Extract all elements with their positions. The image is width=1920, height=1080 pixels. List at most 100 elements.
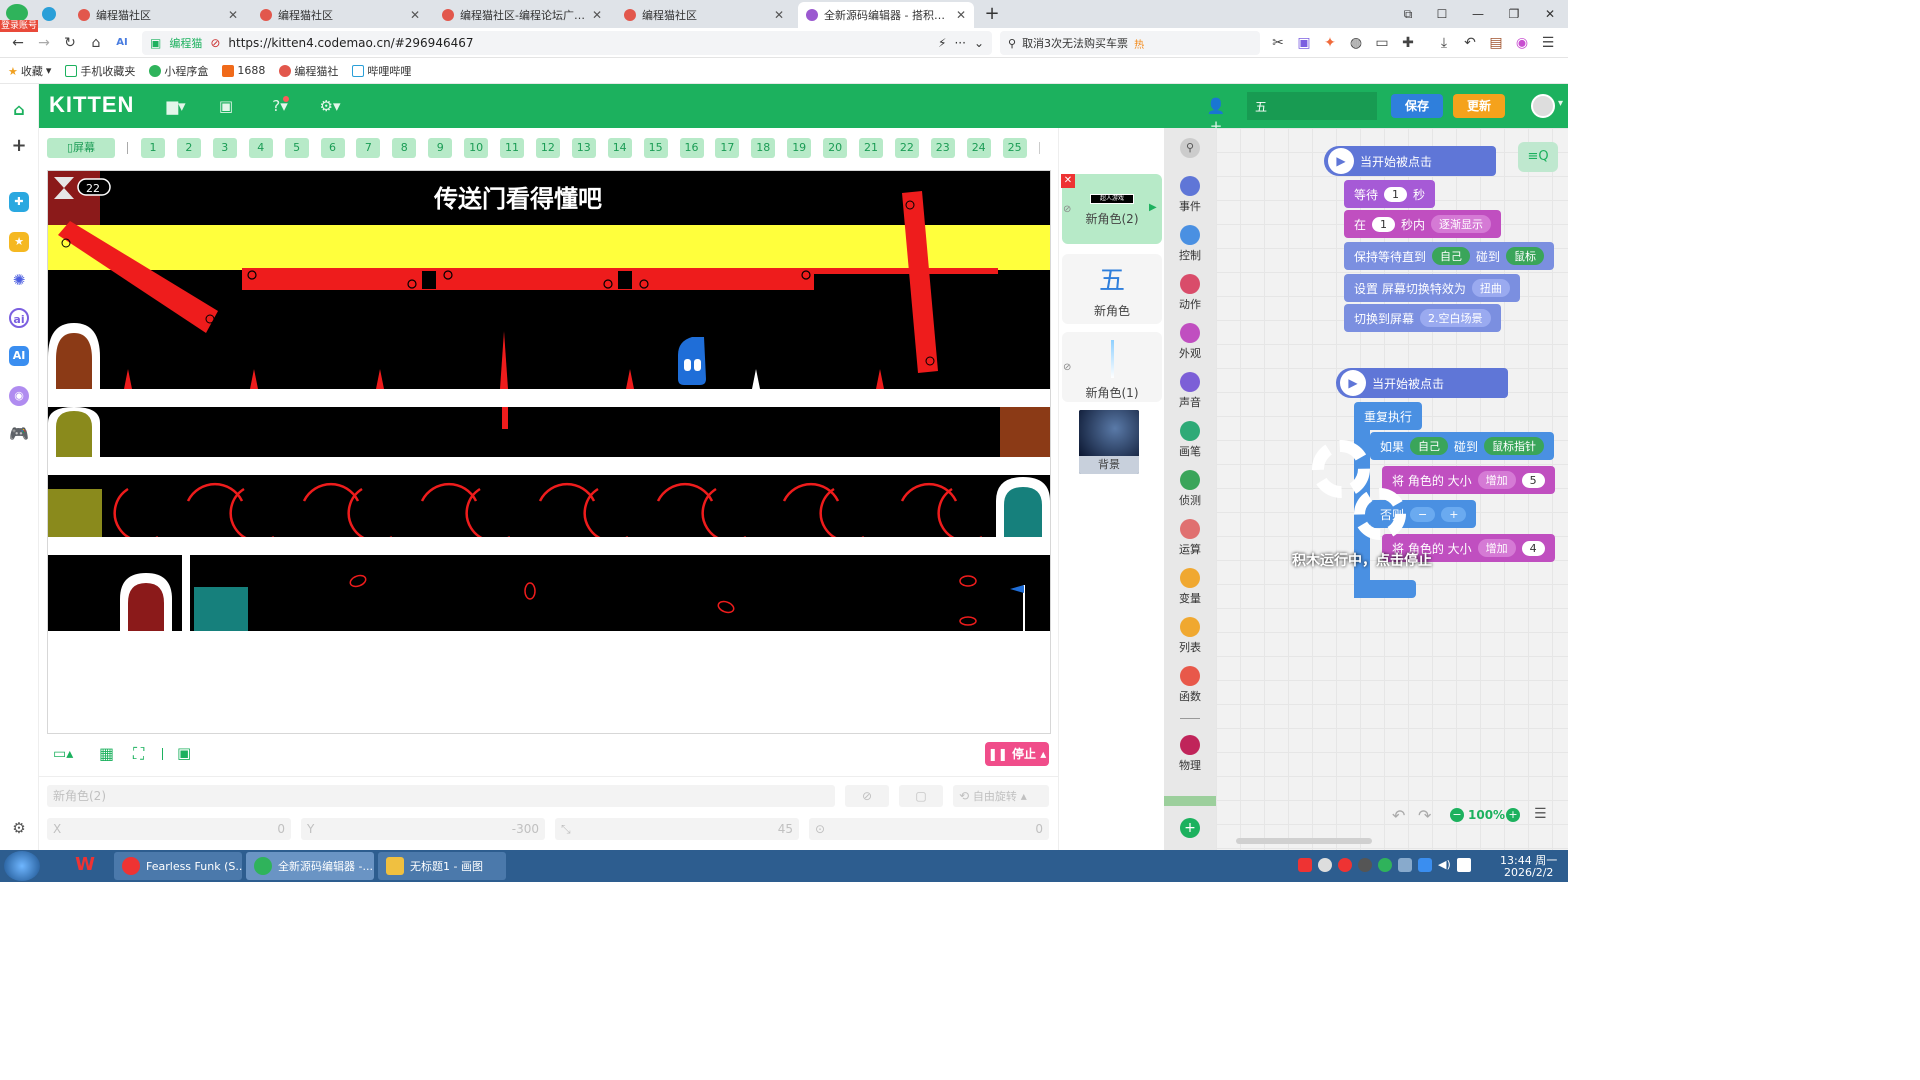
save-button[interactable]: 保存 [1391, 94, 1443, 118]
bookmark-bilibili[interactable]: 哔哩哔哩 [352, 63, 411, 79]
sprite-card-3[interactable]: 新角色(1) [1062, 332, 1162, 402]
netease-tray-icon[interactable] [1338, 858, 1352, 872]
sprite-name-field[interactable]: 新角色(2) [47, 785, 835, 807]
chevron-down-icon[interactable]: ⌄ [974, 36, 984, 50]
network-app-icon[interactable]: ✺ [9, 270, 29, 290]
category-6[interactable]: 侦测 [1164, 470, 1216, 508]
when-start-hat-block-2[interactable]: ▶ 当开始被点击 [1336, 368, 1508, 398]
screen-size-icon[interactable]: ▭▴ [53, 746, 73, 762]
browser-tab-4[interactable]: 编程猫社区 ✕ [616, 2, 792, 28]
screen-dropdown[interactable]: 2.空白场景 [1420, 309, 1491, 327]
scene-3-button[interactable]: 3 [212, 138, 237, 158]
reload-icon[interactable]: ↻ [60, 33, 80, 53]
target-dropdown[interactable]: 鼠标指针 [1484, 437, 1545, 455]
wait-block[interactable]: 等待 1 秒 [1344, 180, 1436, 208]
workspace-scrollbar[interactable] [1236, 838, 1372, 844]
wallet-icon[interactable]: ▤ [1486, 33, 1506, 53]
undo-icon[interactable]: ↶ [1392, 806, 1405, 825]
category-10[interactable]: 函数 [1164, 666, 1216, 704]
category-8[interactable]: 变量 [1164, 568, 1216, 606]
wait-until-block[interactable]: 保持等待直到 自己 碰到 鼠标 [1344, 242, 1555, 270]
add-collaborator-icon[interactable]: 👤+ [1205, 96, 1227, 135]
update-button[interactable]: 更新 [1453, 94, 1505, 118]
screen-icon[interactable]: ▭ [1372, 33, 1392, 53]
home-icon[interactable]: ⌂ [9, 100, 29, 120]
scene-11-button[interactable]: 11 [500, 138, 524, 158]
bookmark-codemao[interactable]: 编程猫社 [279, 63, 338, 79]
folder-icon[interactable]: ▆▾ [165, 96, 187, 116]
scene-2-button[interactable]: 2 [176, 138, 201, 158]
scene-12-button[interactable]: 12 [535, 138, 560, 158]
stage-canvas[interactable]: 22 传送门看得懂吧 [48, 171, 1050, 631]
add-icon[interactable]: + [9, 136, 29, 156]
background-card[interactable]: 背景 [1079, 410, 1139, 474]
menu-icon[interactable]: ☰ [1538, 33, 1558, 53]
home-icon[interactable]: ⌂ [86, 33, 106, 53]
scene-23-button[interactable]: 23 [930, 138, 955, 158]
scene-7-button[interactable]: 7 [356, 138, 381, 158]
translate-app-icon[interactable]: ✚ [9, 192, 29, 212]
gear-icon[interactable]: ⚙▾ [319, 96, 341, 116]
close-tab-icon[interactable]: ✕ [592, 8, 602, 22]
kitten-logo[interactable]: KITTEN [49, 92, 134, 118]
forward-icon[interactable]: → [34, 33, 54, 53]
category-4[interactable]: 声音 [1164, 372, 1216, 410]
bookmark-favorites[interactable]: ★ 收藏 ▾ [8, 63, 51, 79]
telegram-icon[interactable] [42, 7, 56, 21]
project-name-input[interactable] [1247, 92, 1377, 120]
start-icon[interactable] [4, 851, 40, 881]
close-tab-icon[interactable]: ✕ [228, 8, 238, 22]
fade-effect-dropdown[interactable]: 逐渐显示 [1431, 215, 1492, 233]
search-blocks-icon[interactable]: ⚲ [1180, 138, 1200, 158]
category-scroll-bar[interactable] [1164, 796, 1216, 806]
self-dropdown[interactable]: 自己 [1432, 247, 1471, 265]
else-expand-icon[interactable]: + [1441, 506, 1467, 522]
scene-6-button[interactable]: 6 [320, 138, 345, 158]
browser-tab-1[interactable]: 编程猫社区 ✕ [70, 2, 246, 28]
sogou-icon[interactable] [1298, 858, 1312, 872]
rotate-mode-select[interactable]: ⟲ 自由旋转 ▴ [953, 785, 1049, 807]
size-op-dropdown[interactable]: 增加 [1477, 471, 1516, 489]
align-icon[interactable]: ☰ [1534, 806, 1547, 822]
scene-25-button[interactable]: 25 [1002, 138, 1027, 158]
size-op-dropdown[interactable]: 增加 [1477, 539, 1516, 557]
scene-9-button[interactable]: 9 [428, 138, 453, 158]
backpack-icon[interactable]: ▣ [215, 96, 237, 116]
minimize-icon[interactable]: — [1466, 4, 1490, 24]
avatar-chevron-icon[interactable]: ▾ [1558, 98, 1563, 109]
redo-icon[interactable]: ↷ [1418, 806, 1431, 825]
wechat-tray-icon[interactable] [1378, 858, 1392, 872]
category-9[interactable]: 列表 [1164, 617, 1216, 655]
translate-icon[interactable]: ▣ [1294, 33, 1314, 53]
ai-app-icon[interactable]: ai [9, 308, 29, 328]
scene-24-button[interactable]: 24 [966, 138, 991, 158]
wait-input[interactable]: 1 [1384, 186, 1408, 202]
wps-icon[interactable]: W [70, 854, 100, 878]
size-value-input[interactable]: 5 [1521, 472, 1545, 488]
workspace-search-icon[interactable]: ≡Q [1518, 142, 1558, 172]
category-7[interactable]: 运算 [1164, 519, 1216, 557]
scene-14-button[interactable]: 14 [607, 138, 632, 158]
restore-icon[interactable]: ❐ [1502, 4, 1526, 24]
else-collapse-icon[interactable]: − [1410, 506, 1436, 522]
screen-button[interactable]: ▯屏幕 [47, 138, 115, 158]
scene-13-button[interactable]: 13 [571, 138, 596, 158]
scene-4-button[interactable]: 4 [248, 138, 273, 158]
fade-duration-input[interactable]: 1 [1372, 216, 1396, 232]
extension-icon[interactable]: ◍ [1346, 33, 1366, 53]
new-tab-icon[interactable]: + [980, 4, 1004, 24]
fullscreen-icon[interactable]: ⛶ [133, 744, 144, 764]
game-icon[interactable]: ✦ [1320, 33, 1340, 53]
self-dropdown[interactable]: 自己 [1410, 437, 1449, 455]
shirt-icon[interactable]: ☐ [1430, 4, 1454, 24]
stage[interactable]: 22 传送门看得懂吧 [48, 171, 1050, 631]
category-5[interactable]: 画笔 [1164, 421, 1216, 459]
y-field[interactable]: Y -300 [301, 818, 545, 840]
taskbar-item-netease[interactable]: Fearless Funk (S... [114, 852, 242, 880]
tray-icon[interactable] [1318, 858, 1332, 872]
size-value-input[interactable]: 4 [1521, 540, 1545, 556]
category-3[interactable]: 外观 [1164, 323, 1216, 361]
category-2[interactable]: 动作 [1164, 274, 1216, 312]
back-icon[interactable]: ← [8, 33, 28, 53]
category-11[interactable]: 物理 [1164, 735, 1216, 773]
